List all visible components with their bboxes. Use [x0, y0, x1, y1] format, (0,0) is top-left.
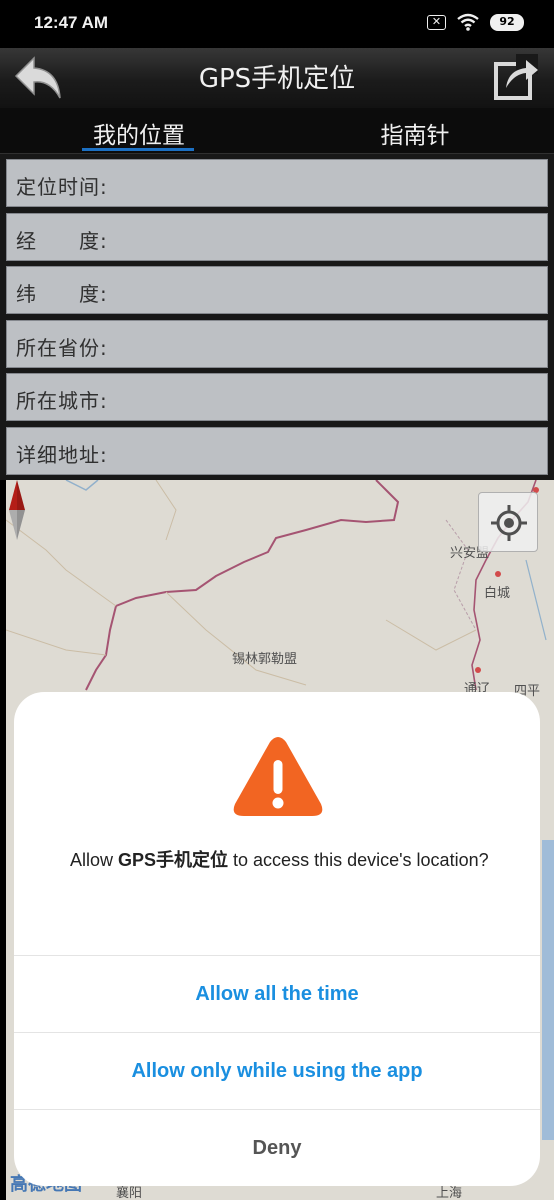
- prompt-suffix: to access this device's location?: [228, 850, 489, 870]
- permission-dialog: Allow GPS手机定位 to access this device's lo…: [14, 692, 540, 1186]
- permission-prompt: Allow GPS手机定位 to access this device's lo…: [70, 848, 490, 873]
- allow-all-the-time-button[interactable]: Allow all the time: [14, 956, 540, 1032]
- allow-while-using-button[interactable]: Allow only while using the app: [14, 1033, 540, 1109]
- deny-button[interactable]: Deny: [14, 1110, 540, 1186]
- prompt-app-name: GPS手机定位: [118, 850, 229, 870]
- warning-icon: [233, 737, 323, 816]
- prompt-prefix: Allow: [70, 850, 119, 870]
